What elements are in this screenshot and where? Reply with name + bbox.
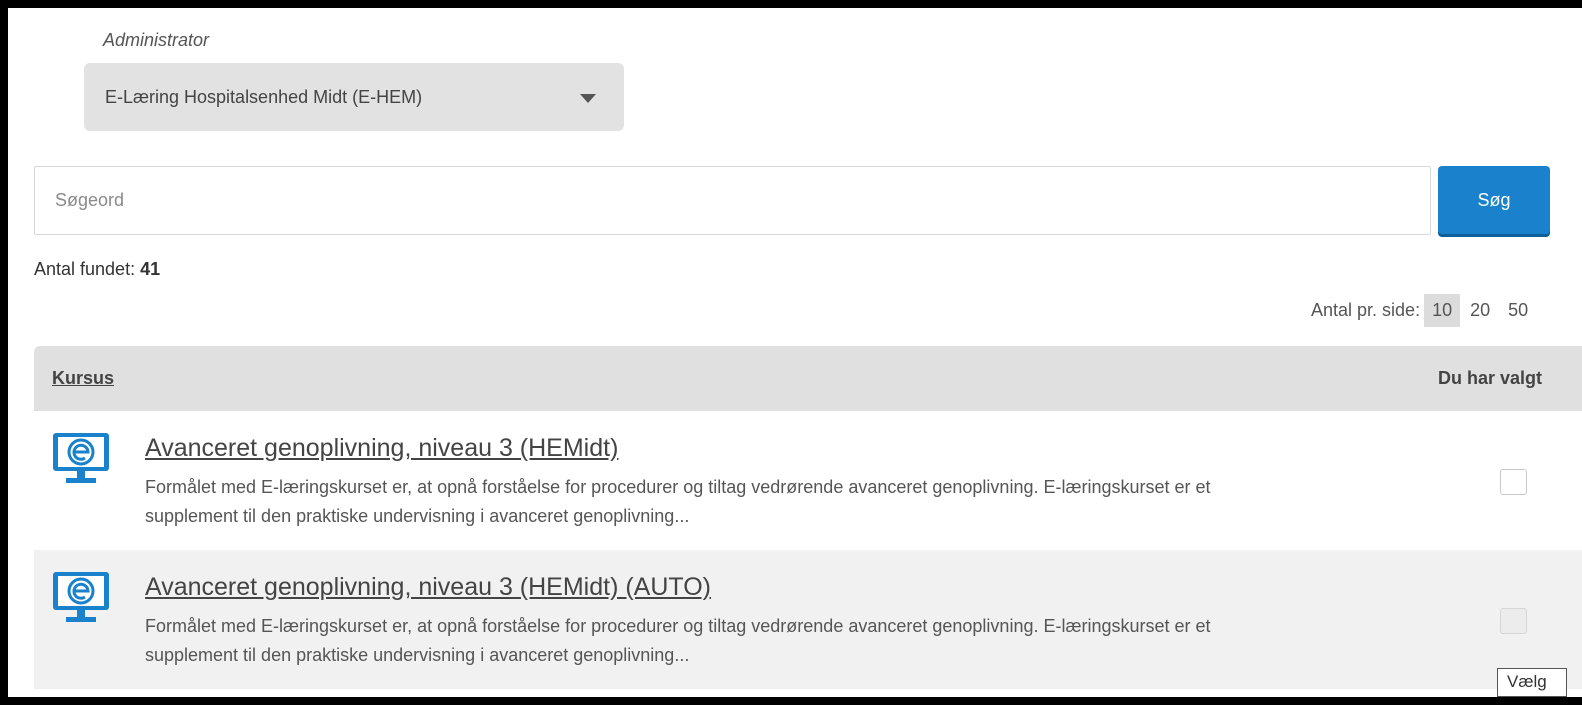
table-header: Kursus Du har valgt (34, 346, 1582, 411)
table-row: Avanceret genoplivning, niveau 3 (HEMidt… (34, 411, 1582, 550)
elearning-monitor-icon (53, 572, 109, 622)
course-select-checkbox[interactable] (1500, 608, 1527, 634)
results-count: Antal fundet: 41 (34, 259, 160, 280)
elearning-monitor-icon (53, 433, 109, 483)
table-row: Avanceret genoplivning, niveau 3 (HEMidt… (34, 550, 1582, 689)
course-title-link[interactable]: Avanceret genoplivning, niveau 3 (HEMidt… (145, 573, 711, 602)
column-header-chosen: Du har valgt (1438, 368, 1543, 388)
administrator-label: Administrator (103, 30, 210, 50)
course-title-link[interactable]: Avanceret genoplivning, niveau 3 (HEMidt… (145, 434, 618, 463)
administrator-selected-value: E-Læring Hospitalsenhed Midt (E-HEM) (105, 86, 423, 107)
results-count-value: 41 (140, 259, 161, 279)
course-catalog-page: Administrator E-Læring Hospitalsenhed Mi… (8, 8, 1582, 697)
course-description: Formålet med E-læringskurset er, at opnå… (145, 477, 1211, 526)
search-input[interactable] (34, 166, 1431, 235)
administrator-select[interactable]: E-Læring Hospitalsenhed Midt (E-HEM) (84, 63, 624, 131)
chevron-down-icon (580, 94, 596, 103)
course-description: Formålet med E-læringskurset er, at opnå… (145, 616, 1211, 665)
per-page-selector: Antal pr. side: 10 20 50 (1311, 294, 1536, 327)
course-select-checkbox[interactable] (1500, 469, 1527, 495)
column-header-course[interactable]: Kursus (52, 368, 114, 389)
results-count-label: Antal fundet: (34, 259, 136, 279)
per-page-option-20[interactable]: 20 (1462, 294, 1498, 327)
per-page-option-50[interactable]: 50 (1500, 294, 1536, 327)
search-button[interactable]: Søg (1438, 166, 1550, 234)
per-page-option-10[interactable]: 10 (1424, 294, 1461, 327)
per-page-label: Antal pr. side: (1311, 300, 1421, 320)
select-tooltip: Vælg (1497, 668, 1567, 697)
